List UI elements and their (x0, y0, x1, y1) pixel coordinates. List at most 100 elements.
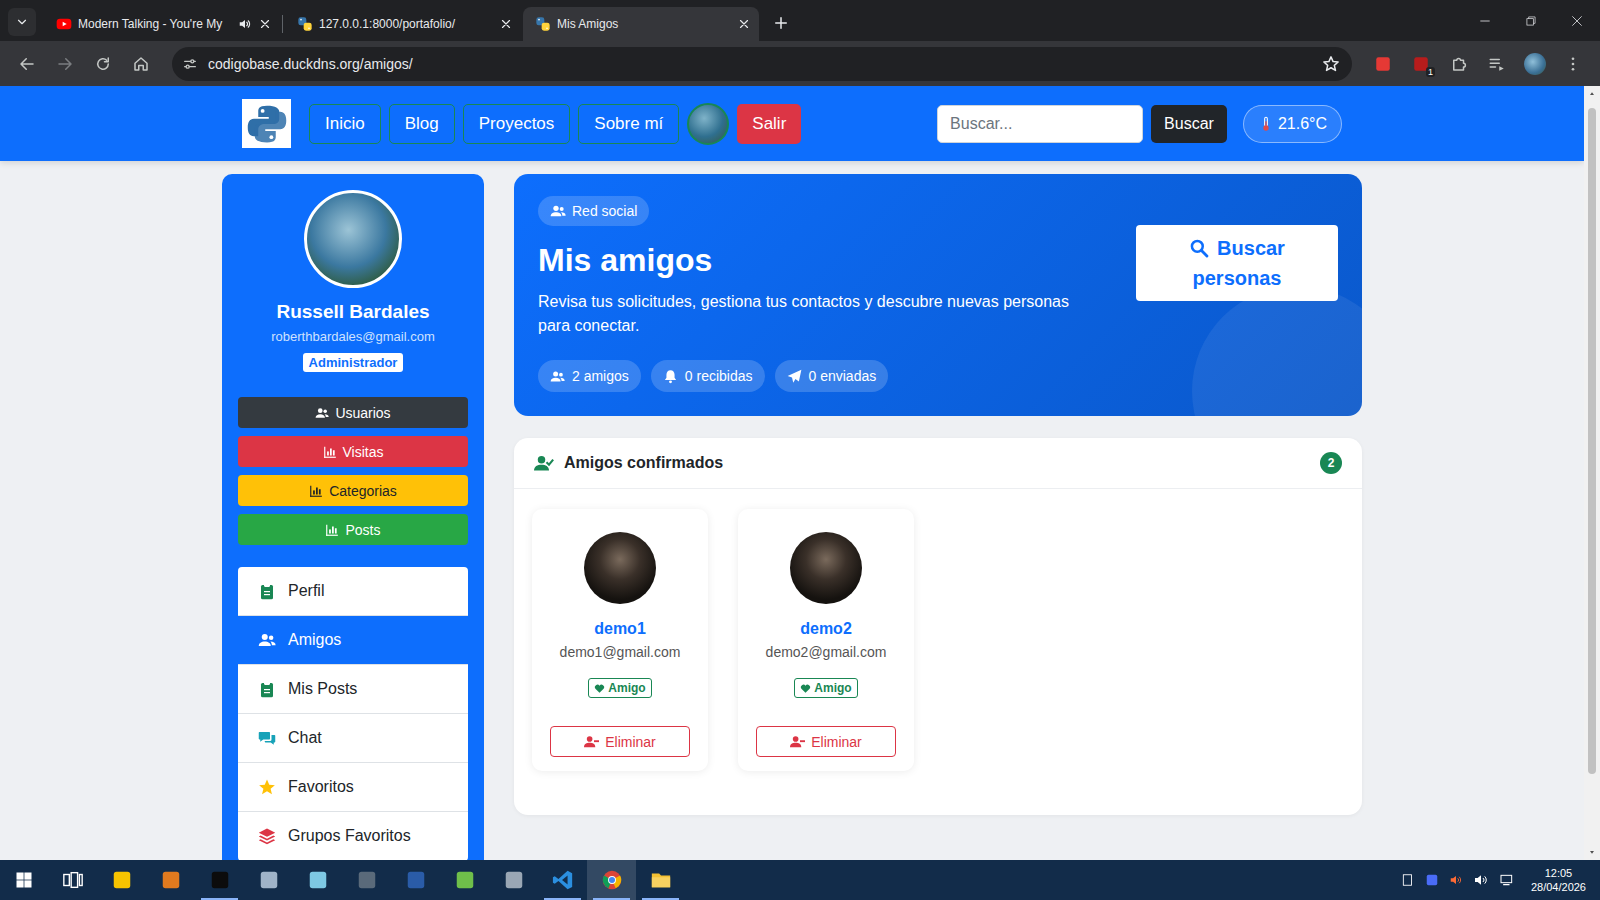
search-button-label: Buscar (1164, 115, 1214, 133)
user-minus-icon (584, 734, 599, 749)
taskbar: 12:0528/04/2026 (0, 860, 1600, 900)
tab-title: Modern Talking - You're My (78, 17, 232, 31)
nav-link[interactable]: Sobre mí (578, 104, 679, 144)
taskbar-app[interactable] (440, 860, 489, 900)
user-name: Russell Bardales (276, 300, 429, 324)
chart-icon (323, 445, 337, 459)
friend-name[interactable]: demo1 (594, 620, 646, 638)
profile-photo (304, 190, 402, 288)
users-icon (258, 631, 276, 649)
sidebar-item[interactable]: Perfil (238, 567, 468, 616)
restore-button[interactable] (1508, 0, 1554, 41)
friend-status: Amigo (794, 678, 857, 698)
taskbar-app[interactable] (244, 860, 293, 900)
remove-friend-button[interactable]: Eliminar (550, 726, 690, 757)
reload-button[interactable] (86, 47, 120, 81)
close-icon (499, 17, 513, 31)
admin-button-label: Visitas (343, 444, 384, 460)
taskbar-app[interactable] (48, 860, 97, 900)
taskbar-app[interactable] (293, 860, 342, 900)
admin-button[interactable]: Categorias (238, 475, 468, 506)
nav-link-label: Sobre mí (594, 114, 663, 134)
taskbar-app[interactable] (391, 860, 440, 900)
taskbar-app[interactable] (587, 860, 636, 900)
toolbar: codigobase.duckdns.org/amigos/1 (0, 41, 1600, 86)
sidebar-item[interactable]: Favoritos (238, 763, 468, 812)
forward-button[interactable] (48, 47, 82, 81)
stat-label: 2 amigos (572, 368, 629, 384)
calculator-icon (356, 869, 378, 891)
friend-photo (790, 532, 862, 604)
friends-title: Amigos confirmados (564, 454, 723, 472)
tab-title: 127.0.0.1:8000/portafolio/ (319, 17, 493, 31)
hero-text: Red socialMis amigosRevisa tus solicitud… (538, 196, 1112, 392)
extension-button[interactable] (1366, 47, 1400, 81)
nav-link-label: Proyectos (479, 114, 555, 134)
menu-button[interactable] (1556, 47, 1590, 81)
admin-button[interactable]: Visitas (238, 436, 468, 467)
remove-friend-button[interactable]: Eliminar (756, 726, 896, 757)
open-indicator (201, 898, 238, 900)
hero-banner: Red socialMis amigosRevisa tus solicitud… (514, 174, 1362, 416)
search-icon (1189, 238, 1209, 258)
taskbar-app[interactable] (538, 860, 587, 900)
url-text: codigobase.duckdns.org/amigos/ (208, 56, 1312, 72)
start-button[interactable] (0, 860, 48, 900)
tab-close-button[interactable] (737, 17, 751, 31)
back-button[interactable] (10, 47, 44, 81)
taskbar-app[interactable] (342, 860, 391, 900)
user-avatar[interactable] (687, 103, 729, 145)
sidebar-item[interactable]: Grupos Favoritos (238, 812, 468, 860)
remote-desktop-icon (503, 869, 525, 891)
python-favicon-icon (297, 16, 313, 32)
scrollbar[interactable] (1584, 86, 1600, 860)
site-logo[interactable] (242, 99, 291, 148)
taskbar-app[interactable] (195, 860, 244, 900)
terminal-icon (209, 869, 231, 891)
close-window-button[interactable] (1554, 0, 1600, 41)
nav-link[interactable]: Blog (389, 104, 455, 144)
search-input[interactable] (937, 105, 1143, 143)
friend-name[interactable]: demo2 (800, 620, 852, 638)
admin-button[interactable]: Posts (238, 514, 468, 545)
sidebar-menu: Perfil Amigos Mis PostsChatFavoritosGrupos… (238, 567, 468, 860)
friends-header: Amigos confirmados2 (514, 438, 1362, 489)
browser-tab[interactable]: Modern Talking - You're My (44, 7, 280, 41)
new-tab-button[interactable] (767, 9, 795, 37)
admin-button[interactable]: Usuarios (238, 397, 468, 428)
tab-search-button[interactable] (8, 8, 36, 36)
layers-icon (258, 827, 276, 845)
search-button[interactable]: Buscar (1151, 105, 1227, 143)
find-people-button[interactable]: Buscar personas (1136, 225, 1338, 301)
nav-link[interactable]: Proyectos (463, 104, 571, 144)
sidebar-item[interactable]: Mis Posts (238, 665, 468, 714)
remove-friend-label: Eliminar (605, 734, 656, 750)
sidebar-item-label: Amigos (288, 631, 341, 649)
sidebar-item[interactable]: Chat (238, 714, 468, 763)
logout-button[interactable]: Salir (737, 104, 801, 144)
tab-close-button[interactable] (258, 17, 272, 31)
clock[interactable]: 12:0528/04/2026 (1525, 866, 1592, 894)
tab-close-button[interactable] (499, 17, 513, 31)
date: 28/04/2026 (1531, 880, 1586, 894)
stat-pill: 0 recibidas (651, 360, 765, 392)
taskbar-app[interactable] (146, 860, 195, 900)
window-controls (1462, 0, 1600, 41)
users-icon (550, 203, 566, 219)
home-button[interactable] (124, 47, 158, 81)
scrollbar-thumb[interactable] (1588, 108, 1596, 774)
profile-button[interactable] (1518, 47, 1552, 81)
taskbar-app[interactable] (636, 860, 685, 900)
taskbar-app[interactable] (489, 860, 538, 900)
browser-tab[interactable]: Mis Amigos (523, 7, 759, 41)
address-bar[interactable]: codigobase.duckdns.org/amigos/ (172, 47, 1352, 81)
extensions-button[interactable] (1442, 47, 1476, 81)
extension-button[interactable]: 1 (1404, 47, 1438, 81)
media-button[interactable] (1480, 47, 1514, 81)
sidebar-item[interactable]: Amigos (238, 616, 468, 665)
taskbar-app[interactable] (97, 860, 146, 900)
minimize-button[interactable] (1462, 0, 1508, 41)
nav-link[interactable]: Inicio (309, 104, 381, 144)
scroll-down-icon (1588, 848, 1596, 856)
browser-tab[interactable]: 127.0.0.1:8000/portafolio/ (285, 7, 521, 41)
